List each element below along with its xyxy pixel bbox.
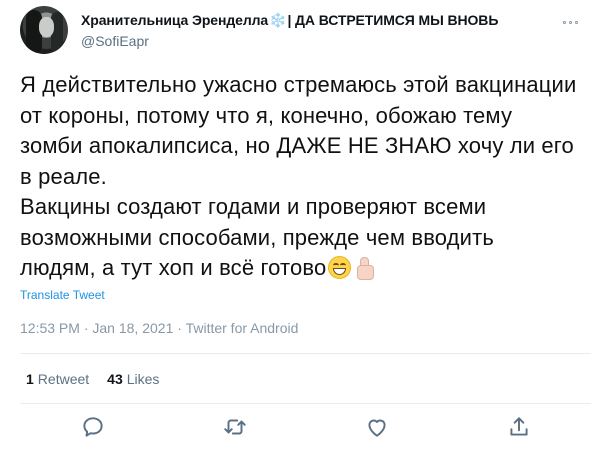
author-name[interactable]: Хранительница Эренделла❄️| ДА ВСТРЕТИМСЯ…	[81, 12, 498, 29]
divider	[20, 403, 591, 404]
name-suffix: | ДА ВСТРЕТИМСЯ МЫ ВНОВЬ	[287, 12, 499, 28]
like-icon[interactable]	[364, 414, 390, 440]
tweet-source[interactable]: Twitter for Android	[186, 320, 299, 336]
tweet-stats: 1 Retweet 43 Likes	[26, 371, 159, 387]
share-icon[interactable]	[506, 414, 532, 440]
like-label: Likes	[126, 371, 160, 387]
like-count: 43	[107, 371, 123, 387]
divider	[20, 353, 591, 354]
tweet-text: Я действительно ужасно стремаюсь этой ва…	[20, 72, 577, 280]
thumbs-up-emoji	[354, 257, 375, 280]
avatar[interactable]	[20, 6, 68, 54]
retweet-count: 1	[26, 371, 34, 387]
tweet-meta: 12:53 PM · Jan 18, 2021 · Twitter for An…	[20, 320, 298, 336]
like-stat[interactable]: 43 Likes	[107, 371, 159, 387]
tweet-body: Я действительно ужасно стремаюсь этой ва…	[20, 70, 590, 284]
translate-tweet-link[interactable]: Translate Tweet	[20, 288, 105, 302]
retweet-stat[interactable]: 1 Retweet	[26, 371, 89, 387]
meta-separator: ·	[79, 320, 93, 336]
reply-icon[interactable]	[80, 414, 106, 440]
meta-separator-2: ·	[173, 320, 186, 336]
tweet-time[interactable]: 12:53 PM	[20, 320, 80, 336]
tweet-date[interactable]: Jan 18, 2021	[92, 320, 173, 336]
author-handle[interactable]: @SofiEapr	[81, 33, 149, 49]
snowflake-emoji: ❄️	[269, 12, 287, 28]
more-icon[interactable]	[563, 16, 585, 28]
tweet-header: Хранительница Эренделла❄️| ДА ВСТРЕТИМСЯ…	[20, 6, 591, 58]
retweet-label: Retweet	[37, 371, 90, 387]
display-name: Хранительница Эренделла	[81, 12, 269, 28]
retweet-icon[interactable]	[222, 414, 248, 440]
grinning-face-emoji	[328, 256, 352, 279]
